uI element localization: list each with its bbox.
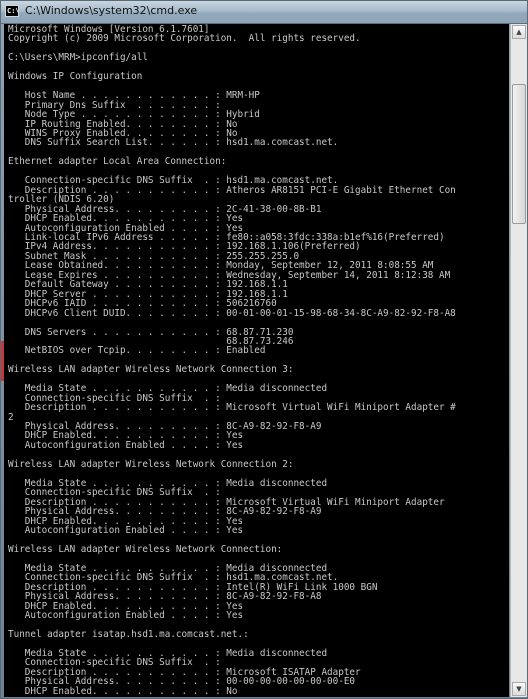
- console-line: Windows IP Configuration: [8, 71, 143, 83]
- console-output-area[interactable]: Microsoft Windows [Version 6.1.7601] Cop…: [4, 24, 509, 697]
- console-line: Description . . . . . . . . . . . : Micr…: [8, 402, 456, 414]
- console-line: Ethernet adapter Local Area Connection:: [8, 156, 227, 168]
- cmd-window: C:\ C:\Windows\system32\cmd.exe Microsof…: [0, 0, 528, 699]
- console-text: Microsoft Windows [Version 6.1.7601] Cop…: [4, 24, 509, 696]
- console-line: Wireless LAN adapter Wireless Network Co…: [8, 543, 283, 555]
- console-line: Autoconfiguration Enabled . . . . : Yes: [8, 439, 244, 451]
- title-bar[interactable]: C:\ C:\Windows\system32\cmd.exe: [1, 1, 527, 24]
- window-title: C:\Windows\system32\cmd.exe: [25, 4, 198, 17]
- console-line: DNS Suffix Search List. . . . . . : hsd1…: [8, 137, 339, 149]
- background-window-edge: [1, 341, 4, 381]
- console-line: DHCPv6 Client DUID. . . . . . . . : 00-0…: [8, 307, 456, 319]
- console-line: C:\Users\MRM>ipconfig/all: [8, 52, 148, 64]
- console-line: Copyright (c) 2009 Microsoft Corporation…: [8, 33, 361, 45]
- vertical-scrollbar[interactable]: ▲ ▼: [510, 24, 527, 697]
- scroll-thumb[interactable]: [512, 84, 526, 224]
- scroll-down-arrow-icon[interactable]: ▼: [512, 682, 526, 696]
- console-line: DHCP Enabled. . . . . . . . . . . : No: [8, 685, 238, 697]
- cmd-icon[interactable]: C:\: [5, 5, 19, 17]
- scroll-up-arrow-icon[interactable]: ▲: [512, 25, 526, 39]
- console-line: Autoconfiguration Enabled . . . . : Yes: [8, 525, 244, 537]
- console-line: Tunnel adapter isatap.hsd1.ma.comcast.ne…: [8, 629, 249, 640]
- console-line: Autoconfiguration Enabled . . . . : Yes: [8, 610, 244, 622]
- console-line: Wireless LAN adapter Wireless Network Co…: [8, 364, 294, 376]
- console-line: Wireless LAN adapter Wireless Network Co…: [8, 458, 294, 470]
- console-line: NetBIOS over Tcpip. . . . . . . . : Enab…: [8, 345, 266, 357]
